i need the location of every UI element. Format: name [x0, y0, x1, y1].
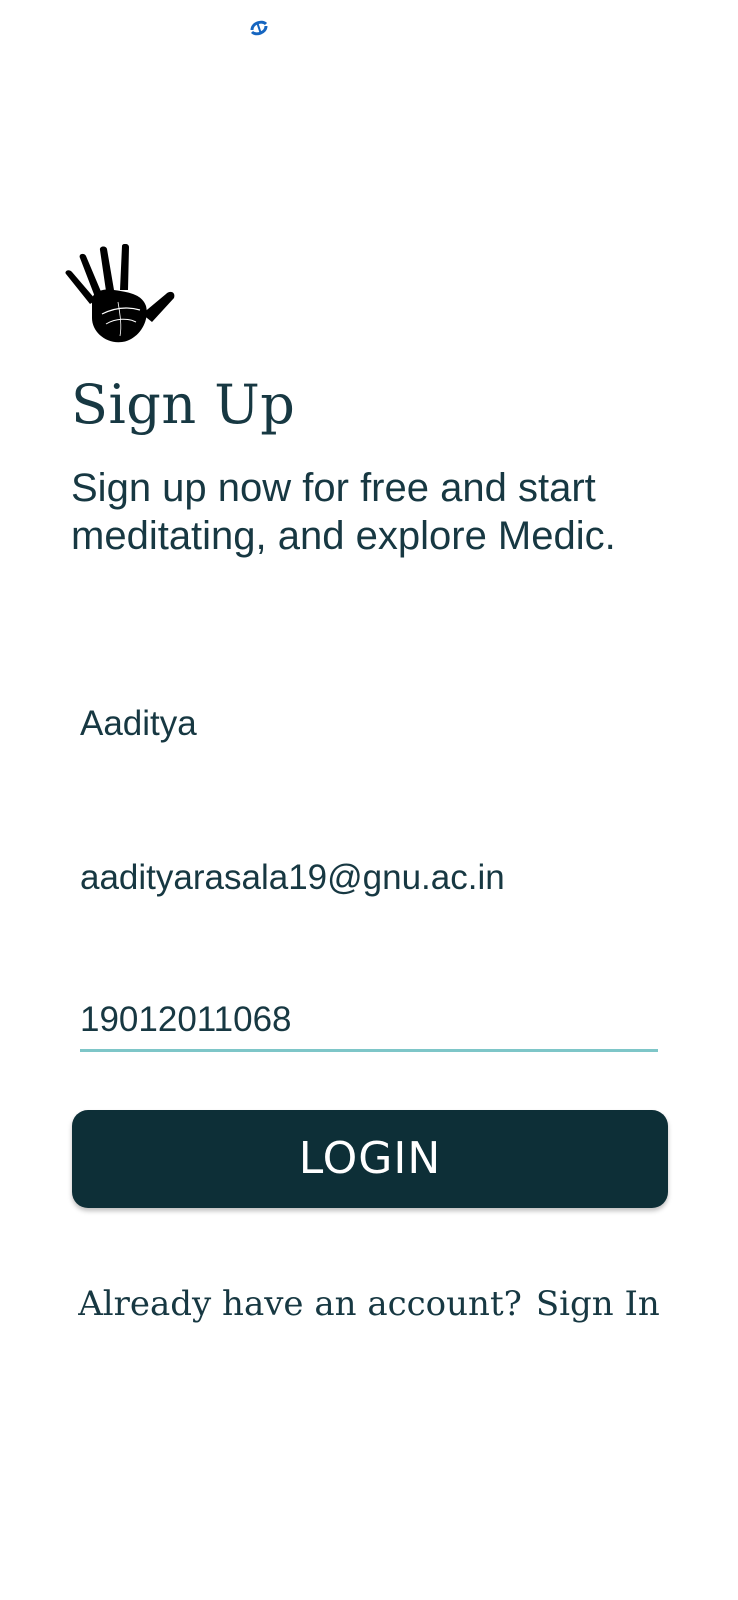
sign-in-link[interactable]: Sign In [536, 1284, 660, 1324]
signin-prompt: Already have an account? Sign In [0, 1284, 738, 1324]
page-subtitle: Sign up now for free and start meditatin… [71, 466, 616, 558]
page-title: Sign Up [71, 373, 296, 436]
name-input[interactable] [80, 696, 658, 752]
password-input[interactable] [80, 992, 658, 1048]
name-field-container [80, 696, 658, 752]
password-field-underline [80, 1049, 658, 1052]
email-input[interactable] [80, 850, 658, 906]
login-button[interactable]: LOGIN [72, 1110, 668, 1208]
signin-prompt-text: Already have an account? [78, 1284, 522, 1324]
email-field-container [80, 850, 658, 906]
hand-print-icon [62, 243, 180, 352]
password-field-container [80, 992, 658, 1052]
sync-icon [248, 18, 270, 38]
